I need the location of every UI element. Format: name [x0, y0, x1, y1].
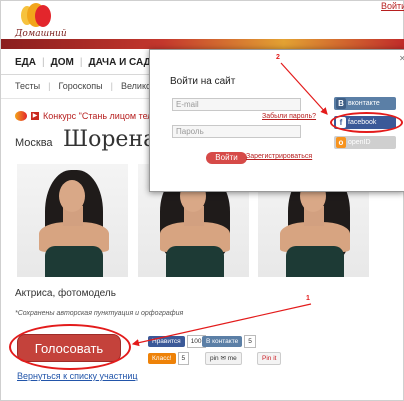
dress-shape	[286, 246, 344, 277]
nav-item-home[interactable]: ДОМ	[51, 57, 74, 71]
openid-icon: o	[336, 137, 346, 148]
breadcrumb-link-contest[interactable]: Конкурс "Стань лицом теле	[43, 111, 158, 121]
vk-icon: B	[336, 98, 346, 109]
vkontakte-login-button[interactable]: Bвконтакте	[334, 97, 396, 110]
pin-me-widget[interactable]: pin ✉ me	[205, 352, 242, 365]
face-shape	[59, 180, 85, 212]
dress-shape	[166, 246, 224, 277]
login-modal: Войти на сайт ✕ E-mail Забыли пароль? Па…	[149, 49, 404, 192]
subnav-item-horoscopes[interactable]: Гороскопы	[58, 81, 102, 91]
sub-nav: Тесты | Гороскопы | Великолеп	[15, 81, 166, 91]
subnav-item-tests[interactable]: Тесты	[15, 81, 40, 91]
password-field[interactable]: Пароль	[172, 125, 301, 138]
pin-me-button[interactable]: pin ✉ me	[205, 352, 242, 365]
subnav-separator: |	[48, 81, 51, 91]
modal-title: Войти на сайт	[170, 76, 236, 87]
odnoklassniki-count: 5	[177, 352, 190, 365]
contestant-name: Шорена	[63, 127, 157, 152]
back-to-list-link[interactable]: Вернуться к списку участниц	[17, 371, 138, 381]
facebook-like-button[interactable]: Нравится	[148, 336, 185, 347]
vk-share-button[interactable]: В контакте	[202, 336, 243, 347]
annotation-number-2: 2	[276, 54, 280, 61]
email-field[interactable]: E-mail	[172, 98, 301, 111]
openid-login-button[interactable]: o openID	[334, 136, 396, 149]
odnoklassniki-button[interactable]: Класс!	[148, 353, 176, 364]
annotation-ring-facebook	[330, 112, 403, 133]
breadcrumb: ▶ Конкурс "Стань лицом теле	[15, 111, 158, 121]
pinterest-widget[interactable]: Pin it	[257, 352, 282, 365]
logo-petal	[35, 5, 51, 27]
openid-label: openID	[348, 139, 371, 146]
main-nav: ЕДА | ДОМ | ДАЧА И САД	[15, 57, 151, 71]
nav-separator: |	[79, 57, 83, 68]
forgot-password-link[interactable]: Забыли пароль?	[262, 113, 316, 120]
dress-shape	[45, 246, 103, 277]
logo-mini-icon	[15, 111, 27, 121]
vk-share-widget[interactable]: В контакте 5	[202, 335, 256, 348]
page: Домашний Войти ЕДА | ДОМ | ДАЧА И САД Те…	[0, 0, 404, 401]
nav-item-food[interactable]: ЕДА	[15, 57, 36, 71]
header-stripe	[1, 39, 404, 49]
vkontakte-label: вконтакте	[348, 100, 380, 107]
nav-item-garden[interactable]: ДАЧА И САД	[88, 57, 150, 71]
spelling-note: *Сохранены авторская пунктуация и орфогр…	[15, 310, 184, 317]
nav-separator: |	[42, 57, 45, 68]
register-link[interactable]: Зарегистрироваться	[246, 153, 312, 160]
contestant-photo[interactable]	[17, 164, 128, 277]
vk-share-count: 5	[244, 335, 256, 348]
subnav-separator: |	[110, 81, 113, 91]
login-button[interactable]: Войти	[206, 152, 247, 164]
login-link[interactable]: Войти	[381, 1, 404, 11]
arrow-right-icon: ▶	[31, 112, 39, 120]
odnoklassniki-widget[interactable]: Класс! 5	[148, 352, 190, 365]
facebook-like-widget[interactable]: Нравится 100	[148, 335, 206, 348]
contestant-description: Актриса, фотомодель	[15, 288, 116, 299]
logo-text: Домашний	[15, 29, 67, 39]
pinterest-button[interactable]: Pin it	[257, 352, 282, 365]
close-icon[interactable]: ✕	[399, 54, 404, 63]
annotation-number-1: 1	[306, 295, 310, 302]
annotation-ring-vote	[9, 324, 131, 370]
city-label: Москва	[15, 137, 53, 149]
